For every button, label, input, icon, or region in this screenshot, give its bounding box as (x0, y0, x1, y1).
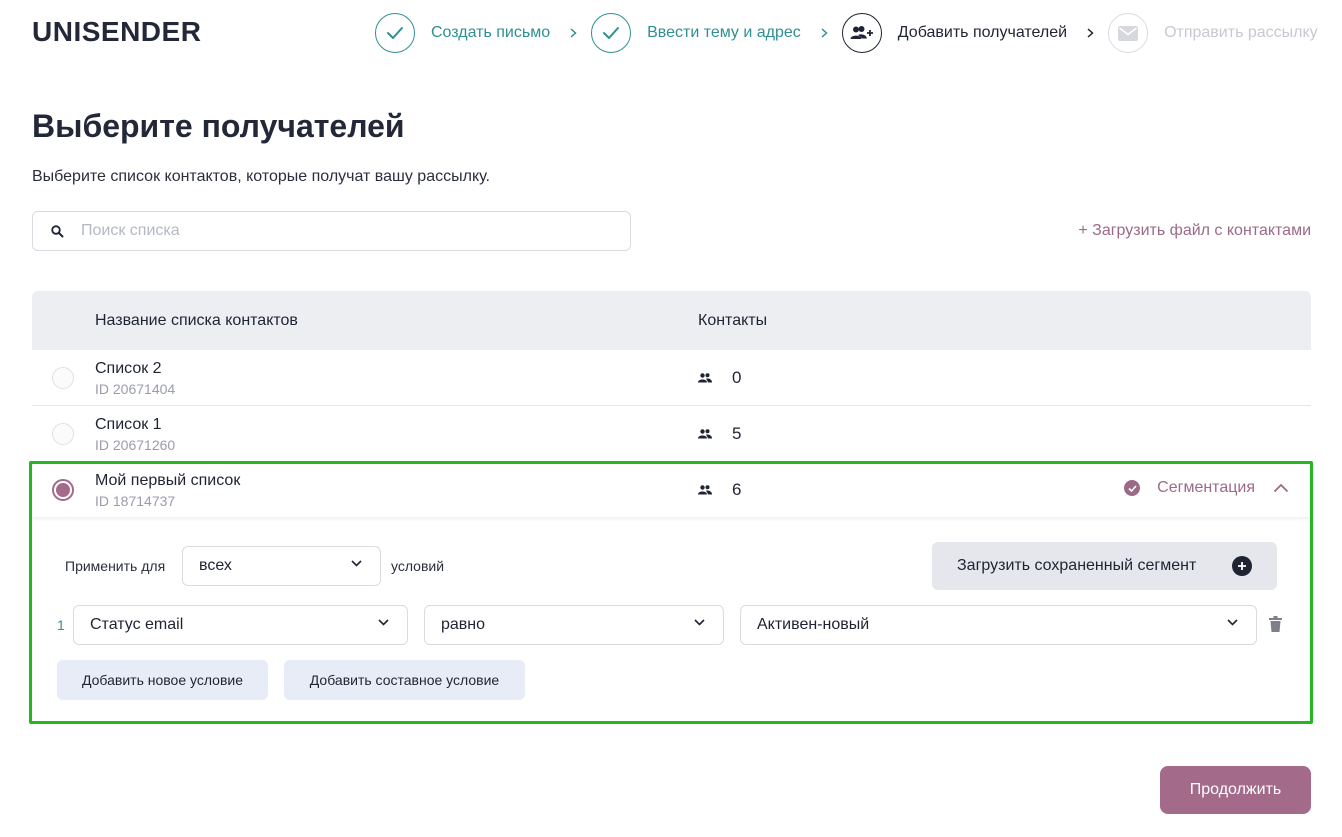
people-icon (698, 373, 712, 383)
contacts-cell: 5 (698, 424, 741, 444)
step-label: Создать письмо (431, 24, 551, 41)
list-id: ID 20671260 (95, 437, 176, 453)
highlight-frame (29, 461, 1313, 724)
table-header: Название списка контактов Контакты (32, 291, 1311, 350)
table-row[interactable]: Список 2 ID 20671404 0 (32, 350, 1311, 406)
check-icon (375, 13, 415, 53)
search-input[interactable] (81, 222, 581, 240)
step-add-recipients: Добавить получателей (841, 13, 1068, 53)
check-icon (591, 13, 632, 53)
step-label: Отправить рассылку (1164, 24, 1318, 41)
chevron-right-icon (1087, 28, 1094, 38)
row-radio[interactable] (52, 367, 74, 389)
contacts-cell: 0 (698, 368, 741, 388)
list-name-cell: Список 1 ID 20671260 (95, 416, 175, 453)
wizard-steps: Создать письмо Ввести тему и адрес Добав… (375, 12, 1318, 54)
upload-contacts-link[interactable]: + Загрузить файл с контактами (1078, 222, 1311, 240)
add-user-icon (841, 13, 882, 53)
chevron-right-icon (821, 28, 828, 38)
step-label: Ввести тему и адрес (647, 24, 801, 41)
step-send-campaign: Отправить рассылку (1108, 13, 1318, 53)
continue-button[interactable]: Продолжить (1160, 766, 1311, 814)
contacts-count: 0 (732, 368, 742, 387)
search-box (32, 211, 631, 251)
list-id: ID 20671404 (95, 381, 176, 397)
list-name: Список 1 (95, 416, 162, 433)
chevron-right-icon (570, 28, 577, 38)
step-create-letter[interactable]: Создать письмо (375, 13, 550, 53)
envelope-icon (1108, 13, 1149, 53)
step-label: Добавить получателей (897, 24, 1068, 41)
search-icon (51, 224, 65, 238)
header-list-name: Название списка контактов (95, 311, 298, 329)
step-subject-address[interactable]: Ввести тему и адрес (591, 13, 801, 53)
page-subtitle: Выберите список контактов, которые получ… (32, 168, 490, 185)
list-name: Список 2 (95, 360, 162, 377)
page-title: Выберите получателей (32, 108, 405, 144)
people-icon (698, 429, 712, 439)
contacts-count: 5 (732, 424, 742, 443)
table-row[interactable]: Список 1 ID 20671260 5 (32, 406, 1311, 462)
list-name-cell: Список 2 ID 20671404 (95, 360, 175, 397)
unisender-logo: UNISENDER (32, 16, 202, 47)
row-radio[interactable] (52, 423, 74, 445)
header-contacts: Контакты (698, 311, 768, 329)
